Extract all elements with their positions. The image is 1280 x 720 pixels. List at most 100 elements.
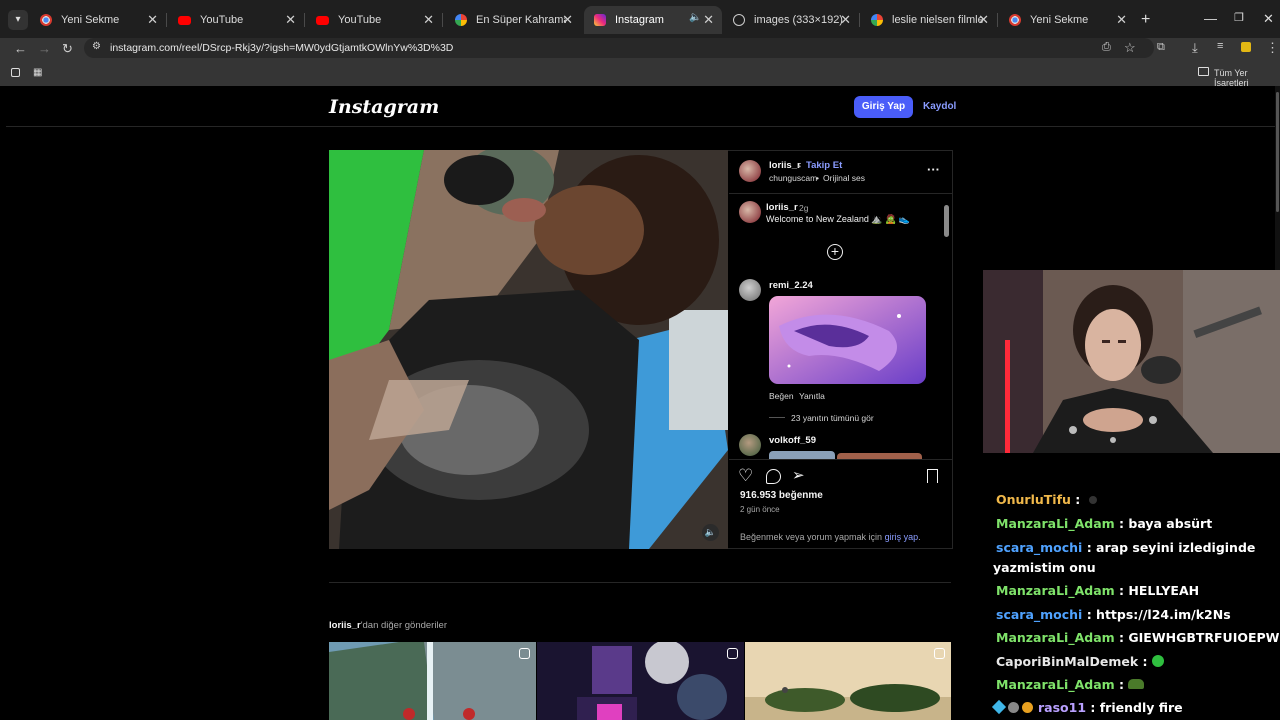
- all-bookmarks-link[interactable]: Tüm Yer İşaretleri: [1214, 68, 1280, 88]
- reel-video-frame: [329, 150, 728, 549]
- instagram-icon: [594, 14, 606, 26]
- more-posts-user[interactable]: loriis_r: [329, 620, 361, 631]
- emote-icon: [1151, 655, 1164, 667]
- load-more-comments-icon[interactable]: +: [827, 244, 843, 260]
- media-controls-icon[interactable]: ≡: [1217, 40, 1223, 52]
- close-tab-icon[interactable]: ✕: [840, 12, 851, 28]
- chat-text: baya absürt: [1128, 516, 1213, 531]
- chrome-icon: [1009, 14, 1021, 26]
- chat-username: ManzaraLi_Adam: [996, 583, 1115, 598]
- tab-search-button[interactable]: ▾: [8, 10, 28, 30]
- panel-divider: [729, 193, 953, 194]
- url-text[interactable]: instagram.com/reel/DSrcp-Rkj3y/?igsh=MW0…: [110, 42, 453, 54]
- apps-grid-icon[interactable]: ▦: [33, 67, 42, 78]
- login-prompt-link[interactable]: giriş yap: [885, 532, 919, 542]
- view-replies-link[interactable]: 23 yanıtın tümünü gör: [791, 413, 874, 423]
- author-username[interactable]: loriis_r: [769, 160, 801, 171]
- close-tab-icon[interactable]: ✕: [703, 12, 714, 28]
- new-tab-icon[interactable]: +: [1141, 11, 1150, 29]
- chat-message: ManzaraLi_Adam : baya absürt: [996, 516, 1213, 531]
- speaker-icon[interactable]: 🔈: [689, 12, 701, 23]
- tab-images[interactable]: images (333×192) ✕: [723, 6, 860, 34]
- tab-google-search-2[interactable]: leslie nielsen filmleri ve tü ✕: [861, 6, 998, 34]
- author-avatar[interactable]: [739, 160, 761, 182]
- more-post-thumbnail[interactable]: [745, 642, 951, 720]
- chat-username: scara_mochi: [996, 607, 1083, 622]
- reel-icon: [727, 648, 738, 659]
- chat-text: HELLYEAH: [1128, 583, 1200, 598]
- chat-text: friendly fire: [1099, 700, 1183, 715]
- minimize-icon[interactable]: —: [1204, 11, 1217, 26]
- comment-icon[interactable]: [766, 469, 781, 484]
- close-tab-icon[interactable]: ✕: [423, 12, 434, 28]
- login-prompt-end: .: [918, 532, 921, 542]
- login-button[interactable]: Giriş Yap: [854, 96, 913, 118]
- more-post-thumbnail[interactable]: [329, 642, 536, 720]
- menu-icon[interactable]: ⋮: [1266, 40, 1279, 56]
- save-bookmark-icon[interactable]: [927, 469, 938, 483]
- audio-label[interactable]: Orijinal ses: [823, 173, 865, 183]
- share-icon[interactable]: ➢: [792, 466, 805, 484]
- commenter-avatar[interactable]: [739, 434, 761, 456]
- download-icon[interactable]: ⤓: [1192, 40, 1198, 56]
- tab-instagram[interactable]: Instagram 🔈 ✕: [584, 6, 722, 34]
- comment-username[interactable]: remi_2.24: [769, 280, 813, 291]
- login-prompt-text: Beğenmek veya yorum yapmak için: [740, 532, 885, 542]
- reel-icon: [934, 648, 945, 659]
- reel-video[interactable]: [329, 150, 728, 549]
- google-icon: [871, 14, 883, 26]
- audio-toggle-icon[interactable]: 🔈: [702, 524, 719, 541]
- chat-text: arap seyini izlediginde: [1096, 540, 1256, 555]
- tab-youtube-2[interactable]: YouTube ✕: [306, 6, 443, 34]
- chrome-icon: [40, 14, 52, 26]
- folder-icon: [1198, 67, 1209, 76]
- signup-link[interactable]: Kaydol: [923, 101, 956, 112]
- instagram-logo[interactable]: Instagram: [329, 96, 439, 118]
- close-tab-icon[interactable]: ✕: [147, 12, 158, 28]
- extensions-icon[interactable]: ⧉: [1157, 41, 1165, 54]
- follow-link[interactable]: Takip Et: [806, 160, 842, 171]
- tab-yeni-sekme-2[interactable]: Yeni Sekme ✕: [999, 6, 1135, 34]
- more-posts-heading: loriis_r'dan diğer gönderiler: [329, 620, 447, 631]
- panel-divider: [729, 459, 953, 460]
- caption-text: Welcome to New Zealand ⛰️ 🧟 👟: [766, 214, 910, 224]
- caption-username[interactable]: loriis_r: [766, 202, 798, 213]
- audio-user[interactable]: chunguscam: [769, 173, 817, 183]
- post-time: 2 gün önce: [740, 505, 780, 514]
- reply-link[interactable]: Yanıtla: [799, 391, 825, 401]
- chat-text: https://l24.im/k2Ns: [1096, 607, 1231, 622]
- commenter-avatar[interactable]: [739, 279, 761, 301]
- close-tab-icon[interactable]: ✕: [285, 12, 296, 28]
- restore-icon[interactable]: ❐: [1234, 11, 1244, 24]
- section-divider: [329, 582, 951, 583]
- like-comment-link[interactable]: Beğen: [769, 391, 794, 401]
- chat-message: scara_mochi : arap seyini izlediginde: [996, 540, 1256, 555]
- chat-text: GIEWHGBTRFUIOEPW: [1128, 630, 1280, 645]
- bookmark-star-icon[interactable]: ☆: [1124, 40, 1136, 56]
- install-app-icon[interactable]: ⎙: [1102, 41, 1111, 54]
- close-tab-icon[interactable]: ✕: [1116, 12, 1127, 28]
- chat-username: raso11: [1038, 700, 1087, 715]
- thumbnail-image: [537, 642, 744, 720]
- badge-icon: [1008, 702, 1019, 713]
- extension-icon[interactable]: [1241, 42, 1251, 52]
- more-post-thumbnail[interactable]: [537, 642, 744, 720]
- badge-icon: [991, 699, 1007, 715]
- site-info-icon[interactable]: ⚙: [92, 41, 101, 52]
- comment-username[interactable]: volkoff_59: [769, 435, 816, 446]
- back-icon[interactable]: ←: [14, 41, 27, 56]
- tab-yeni-sekme-1[interactable]: Yeni Sekme ✕: [30, 6, 167, 34]
- like-heart-icon[interactable]: ♡: [738, 466, 753, 486]
- tab-google-search-1[interactable]: En Süper Kahraman - Goo ✕: [445, 6, 581, 34]
- more-options-icon[interactable]: ···: [927, 162, 940, 177]
- close-tab-icon[interactable]: ✕: [978, 12, 989, 28]
- forward-icon[interactable]: →: [38, 41, 51, 56]
- close-window-icon[interactable]: ✕: [1263, 11, 1274, 27]
- tab-youtube-1[interactable]: YouTube ✕: [168, 6, 305, 34]
- close-tab-icon[interactable]: ✕: [562, 12, 573, 28]
- reload-icon[interactable]: ↻: [62, 41, 73, 57]
- caption-avatar[interactable]: [739, 201, 761, 223]
- comments-scrollbar[interactable]: [944, 205, 949, 237]
- sidebar-icon[interactable]: [11, 68, 20, 77]
- likes-count[interactable]: 916.953 beğenme: [740, 490, 823, 501]
